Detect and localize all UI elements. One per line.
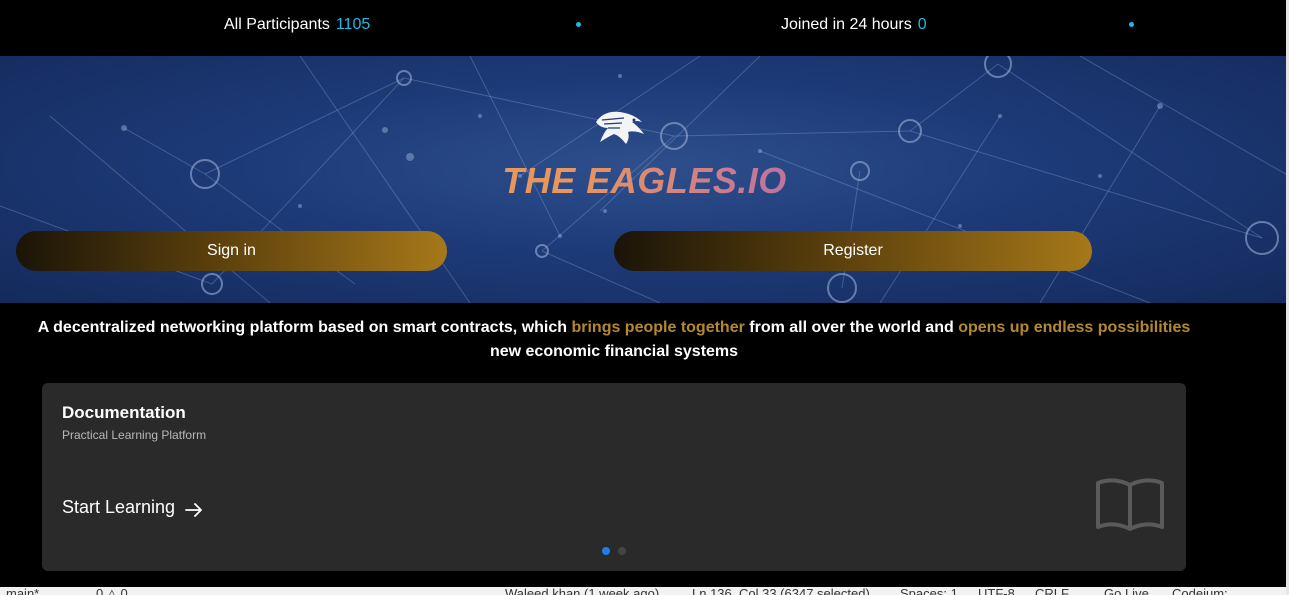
separator-dot (1129, 22, 1134, 27)
register-button[interactable]: Register (614, 231, 1092, 271)
start-learning-label: Start Learning (62, 497, 176, 517)
status-golive[interactable]: Go Live (1104, 587, 1149, 595)
hero-banner: THE EAGLES.IO Sign in Register (0, 56, 1289, 303)
documentation-card: Documentation Practical Learning Platfor… (42, 383, 1186, 571)
start-learning-link[interactable]: Start Learning (62, 497, 203, 518)
status-spaces[interactable]: Spaces: 1 (900, 587, 958, 595)
tagline-text: A decentralized networking platform base… (37, 319, 572, 336)
tagline-line-2: new economic financial systems (489, 343, 739, 360)
card-title: Documentation (62, 403, 186, 422)
participants-label: All Participants (224, 16, 330, 33)
open-book-icon (1096, 478, 1164, 531)
brand-title: THE EAGLES.IO (0, 160, 1289, 202)
sign-in-button[interactable]: Sign in (16, 231, 447, 271)
status-eol[interactable]: CRLF (1035, 587, 1069, 595)
status-problems[interactable]: 0 △ 0 (96, 587, 128, 595)
editor-status-bar: main* 0 △ 0 Waleed khan (1 week ago) Ln … (0, 587, 1289, 595)
carousel-dot-1[interactable] (602, 547, 610, 555)
tagline-highlight: brings people together (571, 319, 745, 336)
separator-dot (576, 22, 581, 27)
tagline-text: from all over the world and (744, 319, 959, 336)
status-encoding[interactable]: UTF-8 (978, 587, 1015, 595)
carousel-indicators (602, 547, 626, 555)
tagline-line-1: A decentralized networking platform base… (0, 316, 1228, 340)
participants-stat: All Participants 1105 (224, 15, 370, 35)
joined-stat: Joined in 24 hours 0 (781, 15, 927, 35)
arrow-right-icon (185, 502, 202, 517)
status-blame[interactable]: Waleed khan (1 week ago) (505, 587, 659, 595)
carousel-dot-2[interactable] (618, 547, 626, 555)
card-subtitle: Practical Learning Platform (62, 428, 207, 442)
joined-label: Joined in 24 hours (781, 16, 912, 33)
status-position[interactable]: Ln 136, Col 33 (6347 selected) (692, 587, 870, 595)
status-codeium[interactable]: Codeium: (1172, 587, 1228, 595)
tagline-highlight: opens up endless possibilities (958, 319, 1191, 336)
eagle-logo-icon (596, 111, 644, 144)
tagline: A decentralized networking platform base… (0, 316, 1228, 364)
status-branch[interactable]: main* (6, 587, 39, 595)
joined-value: 0 (917, 16, 927, 33)
participants-value: 1105 (335, 16, 371, 33)
stats-bar: All Participants 1105 Joined in 24 hours 0 (0, 0, 1289, 56)
